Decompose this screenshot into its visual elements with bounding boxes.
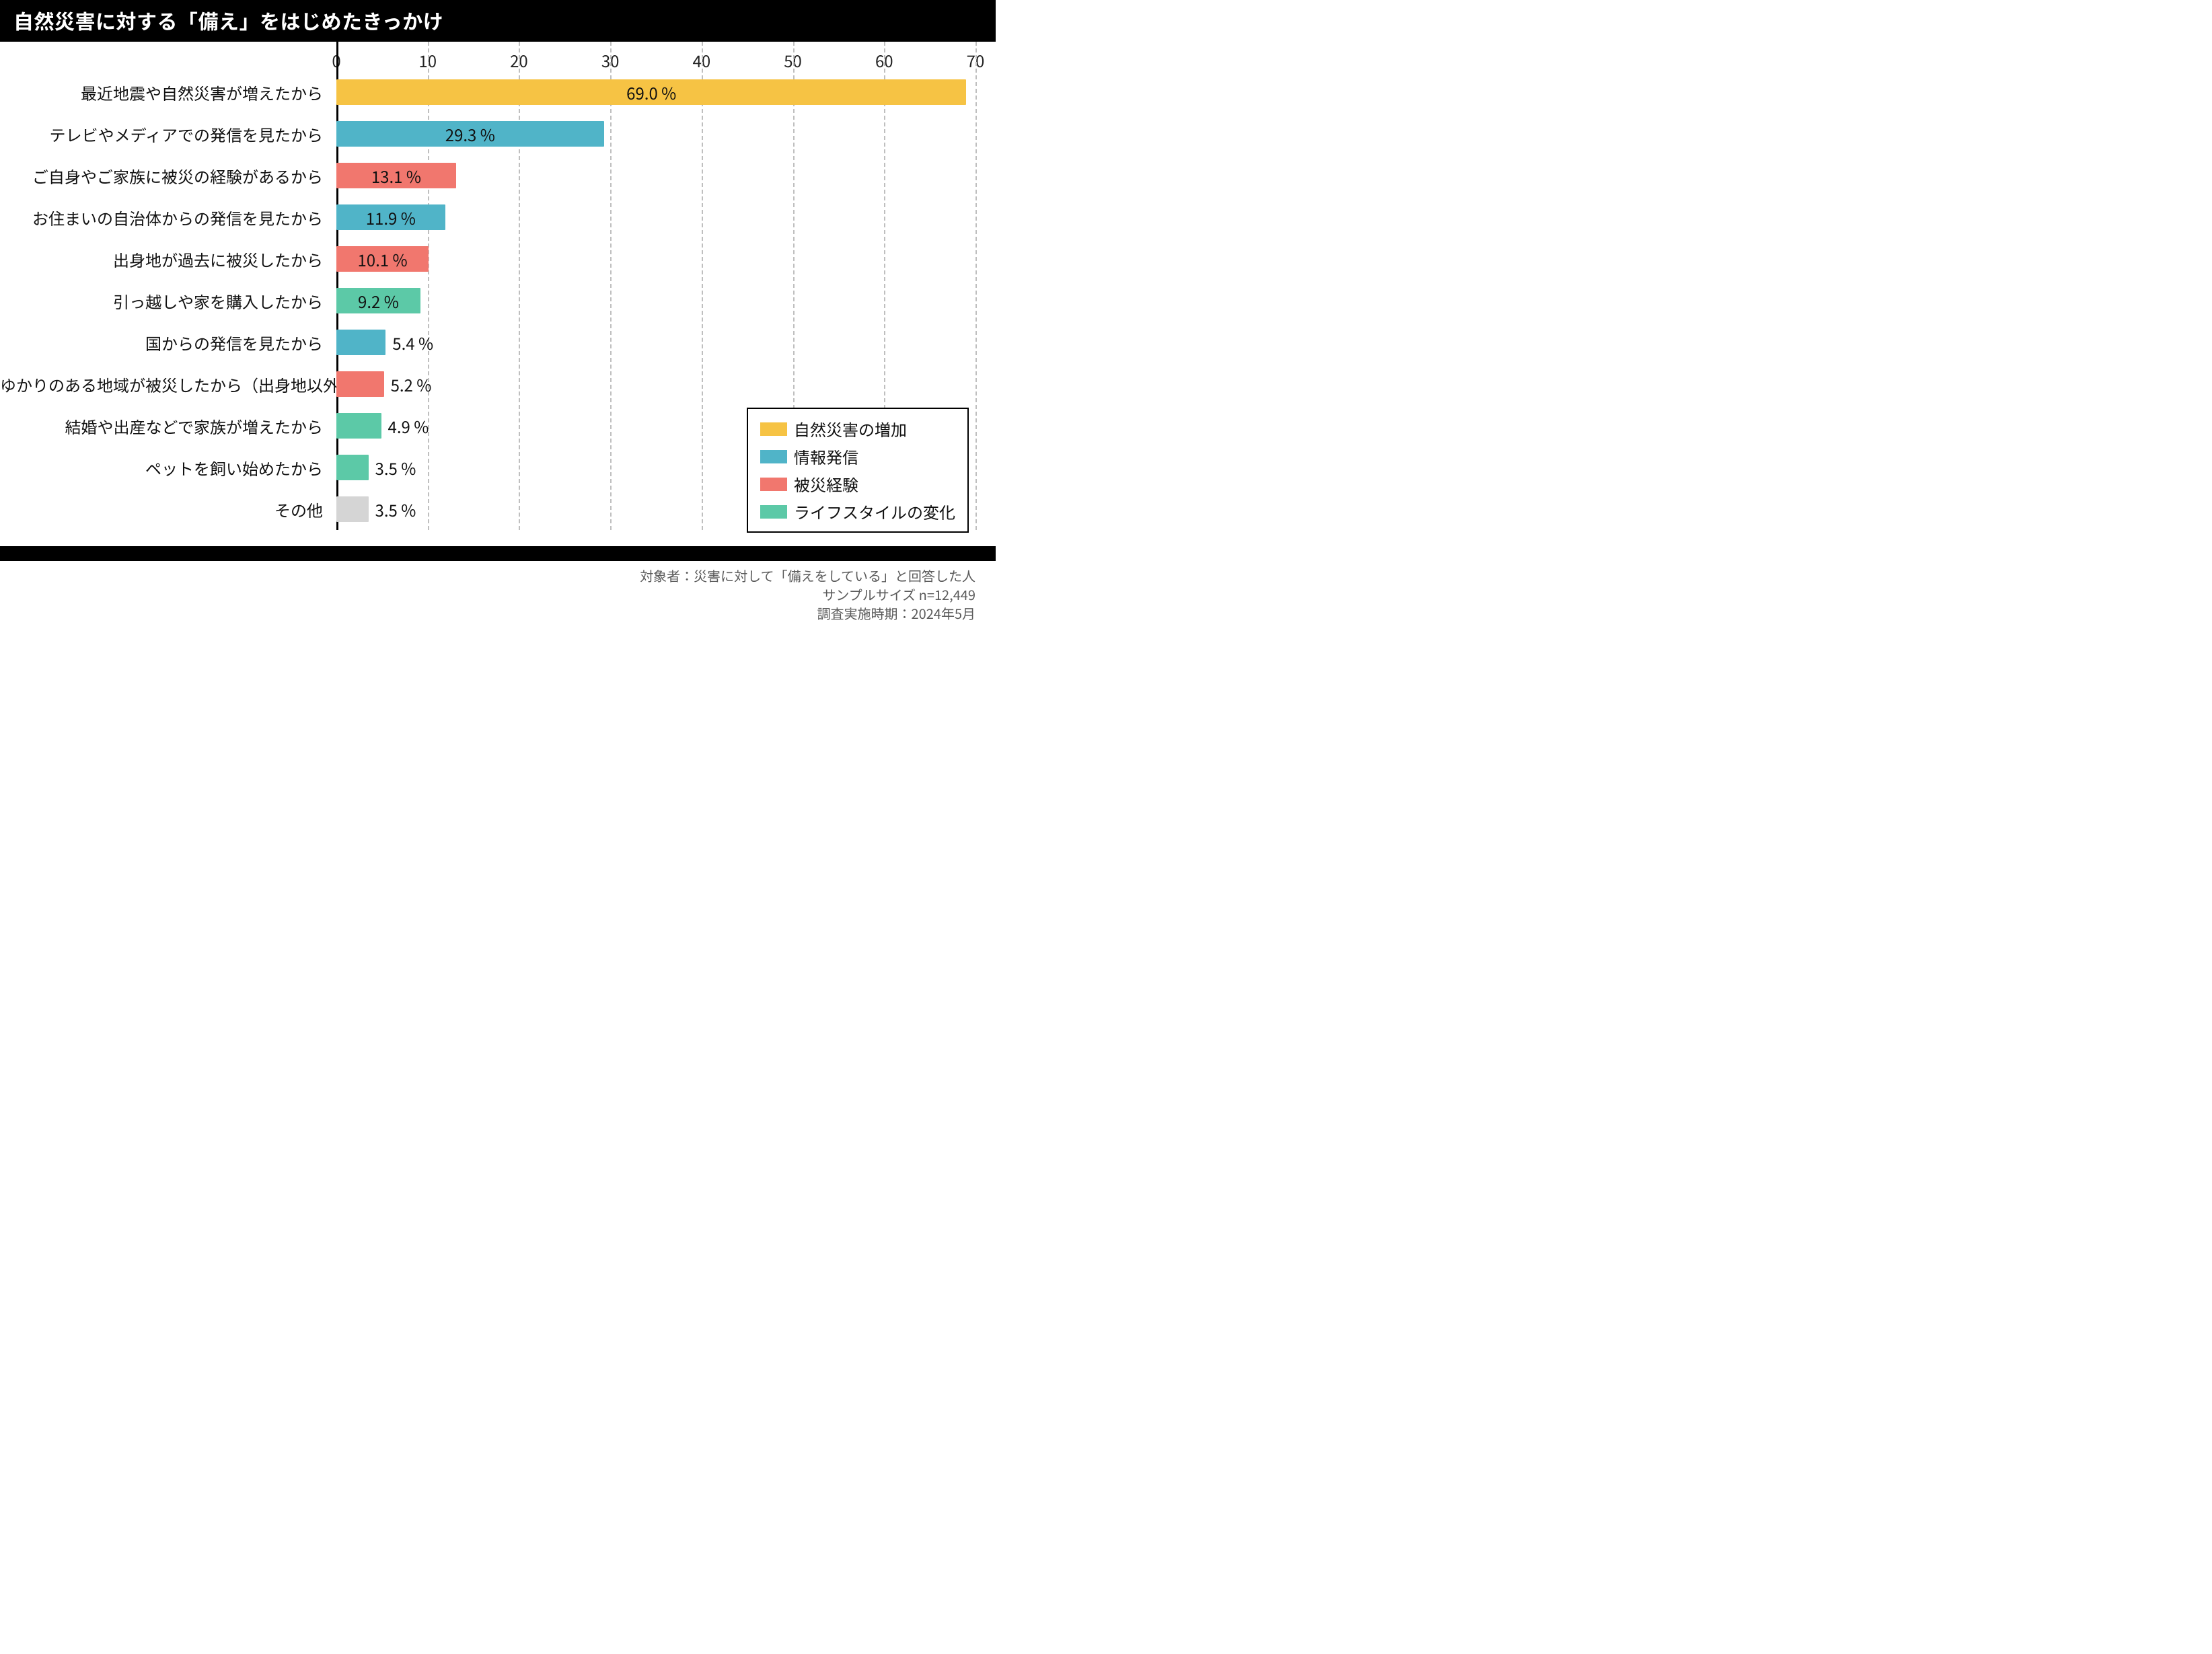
category-label: 最近地震や自然災害が増えたから: [0, 81, 323, 104]
chart-container: 自然災害に対する「備え」をはじめたきっかけ 010203040506070 最近…: [0, 0, 996, 636]
bar: [336, 455, 369, 480]
category-label: 結婚や出産などで家族が増えたから: [0, 414, 323, 438]
plot-area: 010203040506070 最近地震や自然災害が増えたから69.0 %テレビ…: [0, 42, 996, 546]
legend-item: 情報発信: [760, 445, 955, 468]
legend-swatch: [760, 478, 787, 491]
bar-row: テレビやメディアでの発信を見たから29.3 %: [336, 113, 975, 155]
category-label: 引っ越しや家を購入したから: [0, 289, 323, 313]
value-label: 5.4 %: [385, 331, 440, 354]
bar: 9.2 %: [336, 288, 420, 313]
legend-swatch: [760, 422, 787, 436]
value-label: 13.1 %: [365, 164, 428, 188]
bar-row: 引っ越しや家を購入したから9.2 %: [336, 280, 975, 322]
bar: [336, 496, 369, 522]
legend-label: 自然災害の増加: [794, 417, 907, 441]
bar: 11.9 %: [336, 204, 445, 230]
bar-row: 最近地震や自然災害が増えたから69.0 %: [336, 71, 975, 113]
value-label: 29.3 %: [439, 122, 502, 146]
bar-row: 出身地が過去に被災したから10.1 %: [336, 238, 975, 280]
footnotes: 対象者：災害に対して「備えをしている」と回答した人サンプルサイズ n=12,44…: [0, 561, 996, 636]
x-tick-label: 50: [784, 48, 802, 72]
legend-swatch: [760, 505, 787, 519]
category-label: 出身地が過去に被災したから: [0, 248, 323, 271]
legend-label: ライフスタイルの変化: [794, 500, 955, 523]
bar: 13.1 %: [336, 163, 456, 188]
legend-item: 自然災害の増加: [760, 417, 955, 441]
bar: [336, 330, 385, 355]
bar-row: お住まいの自治体からの発信を見たから11.9 %: [336, 196, 975, 238]
footnote-line: 調査実施時期：2024年5月: [0, 604, 975, 623]
category-label: 国からの発信を見たから: [0, 331, 323, 354]
legend-item: 被災経験: [760, 472, 955, 496]
bar: 69.0 %: [336, 79, 966, 105]
value-label: 4.9 %: [381, 414, 436, 438]
footnote-line: 対象者：災害に対して「備えをしている」と回答した人: [0, 566, 975, 585]
legend-label: 被災経験: [794, 472, 858, 496]
gridline: [975, 42, 977, 530]
bar-row: ゆかりのある地域が被災したから（出身地以外）5.2 %: [336, 363, 975, 405]
bar: [336, 413, 381, 439]
value-label: 69.0 %: [620, 81, 683, 104]
x-tick-label: 10: [418, 48, 437, 72]
bar: [336, 371, 384, 397]
footer-bar: [0, 546, 996, 561]
x-axis: 010203040506070: [336, 42, 975, 71]
category-label: ペットを飼い始めたから: [0, 456, 323, 480]
x-tick-label: 70: [967, 48, 985, 72]
value-label: 10.1 %: [351, 248, 414, 271]
category-label: お住まいの自治体からの発信を見たから: [0, 206, 323, 229]
chart-title: 自然災害に対する「備え」をはじめたきっかけ: [0, 0, 996, 42]
legend-swatch: [760, 450, 787, 463]
legend-item: ライフスタイルの変化: [760, 500, 955, 523]
category-label: ゆかりのある地域が被災したから（出身地以外）: [0, 373, 323, 396]
footnote-line: サンプルサイズ n=12,449: [0, 585, 975, 604]
bar-row: 国からの発信を見たから5.4 %: [336, 322, 975, 363]
bar: 29.3 %: [336, 121, 604, 147]
x-tick-label: 60: [875, 48, 893, 72]
legend-label: 情報発信: [794, 445, 858, 468]
x-tick-label: 20: [510, 48, 528, 72]
category-label: その他: [0, 498, 323, 521]
legend: 自然災害の増加情報発信被災経験ライフスタイルの変化: [747, 408, 969, 533]
bar: 10.1 %: [336, 246, 429, 272]
category-label: ご自身やご家族に被災の経験があるから: [0, 164, 323, 188]
value-label: 5.2 %: [384, 373, 439, 396]
x-tick-label: 30: [601, 48, 620, 72]
value-label: 9.2 %: [351, 289, 406, 313]
category-label: テレビやメディアでの発信を見たから: [0, 122, 323, 146]
value-label: 3.5 %: [369, 456, 423, 480]
bar-row: ご自身やご家族に被災の経験があるから13.1 %: [336, 155, 975, 196]
value-label: 11.9 %: [359, 206, 422, 229]
x-tick-label: 40: [693, 48, 711, 72]
value-label: 3.5 %: [369, 498, 423, 521]
